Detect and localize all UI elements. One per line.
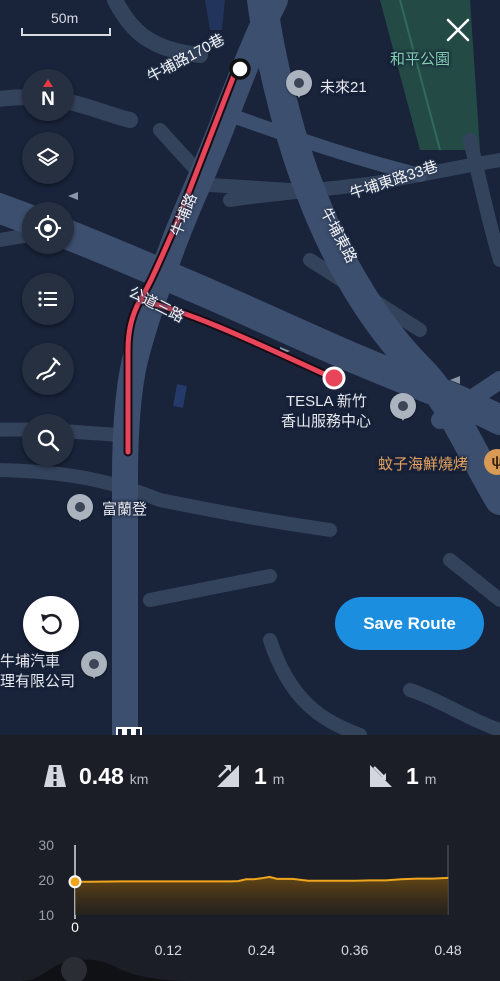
route-start-marker: [229, 58, 251, 80]
elevation-point: [237, 880, 239, 882]
elevation-point: [400, 878, 402, 880]
descent-value: 1: [406, 763, 419, 789]
elevation-point: [323, 880, 325, 882]
undo-button[interactable]: [23, 596, 79, 652]
place-label: 理有限公司: [0, 673, 76, 690]
list-icon: [38, 291, 57, 307]
elevation-point: [276, 878, 278, 880]
elevation-point: [253, 878, 255, 880]
elevation-area: [75, 876, 448, 915]
elevation-point: [260, 877, 263, 879]
search-icon: [37, 429, 60, 452]
x-tick-label: 0.36: [341, 942, 368, 958]
y-tick-label: 20: [38, 872, 54, 888]
map-view[interactable]: 50m 牛埔路170巷 牛埔路 公道三路 牛埔東路 牛埔東路33巷 和平公園 未…: [0, 0, 500, 735]
place-pin-icon[interactable]: [286, 70, 312, 98]
y-tick-label: 30: [38, 837, 54, 853]
route-planner-screen: 50m 牛埔路170巷 牛埔路 公道三路 牛埔東路 牛埔東路33巷 和平公園 未…: [0, 0, 500, 981]
distance-stat: 0.48 km: [79, 763, 148, 790]
ascent-stat: 1 m: [254, 763, 284, 790]
chart-scrub-handle[interactable]: [22, 952, 192, 981]
place-label: 未來21: [320, 79, 367, 96]
place-label: 富蘭登: [102, 501, 148, 518]
place-label: 牛埔汽車: [0, 653, 61, 670]
ascent-unit: m: [272, 771, 285, 787]
elevation-cursor: [68, 875, 82, 889]
layers-icon: [37, 148, 59, 166]
elevation-point: [121, 880, 123, 882]
close-icon: [446, 18, 470, 42]
place-pin-icon[interactable]: [67, 494, 93, 522]
place-pin-icon[interactable]: [81, 651, 107, 679]
route-draw-button[interactable]: [22, 343, 74, 395]
elevation-point: [291, 878, 294, 880]
elevation-point: [369, 879, 371, 881]
place-label: 和平公園: [390, 51, 451, 68]
descent-stat: 1 m: [406, 763, 436, 790]
elevation-point: [447, 877, 449, 879]
elevation-chart[interactable]: 30201000.12 0.24 0.36 0.48: [0, 825, 500, 960]
close-button[interactable]: [438, 10, 478, 50]
elevation-point: [431, 878, 434, 880]
ascent-value: 1: [254, 763, 267, 789]
elevation-point: [385, 879, 387, 881]
save-route-button[interactable]: Save Route: [335, 597, 484, 650]
elevation-point: [245, 878, 247, 880]
descent-unit: m: [424, 771, 437, 787]
scale-label: 50m: [51, 10, 79, 26]
scale-line: [21, 28, 111, 36]
ascent-icon: [217, 765, 239, 787]
x-tick-label: 0: [71, 919, 79, 935]
place-label: 香山服務中心: [281, 413, 372, 430]
distance-road-icon: [44, 765, 66, 787]
elevation-point: [152, 880, 154, 882]
map-scale-bar: 50m: [21, 10, 111, 38]
distance-value: 0.48: [79, 763, 124, 789]
elevation-point: [338, 880, 340, 882]
elevation-point: [307, 880, 309, 882]
y-tick-label: 10: [38, 907, 54, 923]
place-label: 蚊子海鮮燒烤: [378, 456, 469, 473]
elevation-point: [416, 878, 418, 880]
descent-icon: [370, 765, 392, 787]
elevation-point: [183, 880, 185, 882]
route-end-marker: [322, 366, 346, 390]
compass-button[interactable]: N: [22, 69, 74, 121]
elevation-point: [229, 880, 232, 882]
route-stats-panel: 0.48 km 1 m 1 m 30 20 10 0 0.12 0.24 0.36 0.48: [0, 735, 500, 981]
compass-north-arrow: [43, 79, 53, 87]
elevation-point: [354, 880, 356, 882]
compass-letter: N: [41, 88, 55, 110]
elevation-point: [268, 876, 270, 878]
list-button[interactable]: [22, 273, 74, 325]
x-tick-label: 0.24: [248, 942, 275, 958]
elevation-point: [214, 880, 216, 882]
layers-button[interactable]: [22, 132, 74, 184]
x-tick-label: 0.48: [434, 942, 461, 958]
route-draw-icon: [35, 357, 61, 381]
crosshair-icon: [35, 215, 61, 241]
search-button[interactable]: [22, 414, 74, 466]
place-label: TESLA 新竹: [286, 393, 367, 410]
distance-unit: km: [129, 771, 149, 787]
locate-button[interactable]: [22, 202, 74, 254]
place-pin-icon[interactable]: [390, 393, 416, 421]
elevation-point: [89, 881, 92, 883]
undo-icon: [41, 613, 62, 635]
